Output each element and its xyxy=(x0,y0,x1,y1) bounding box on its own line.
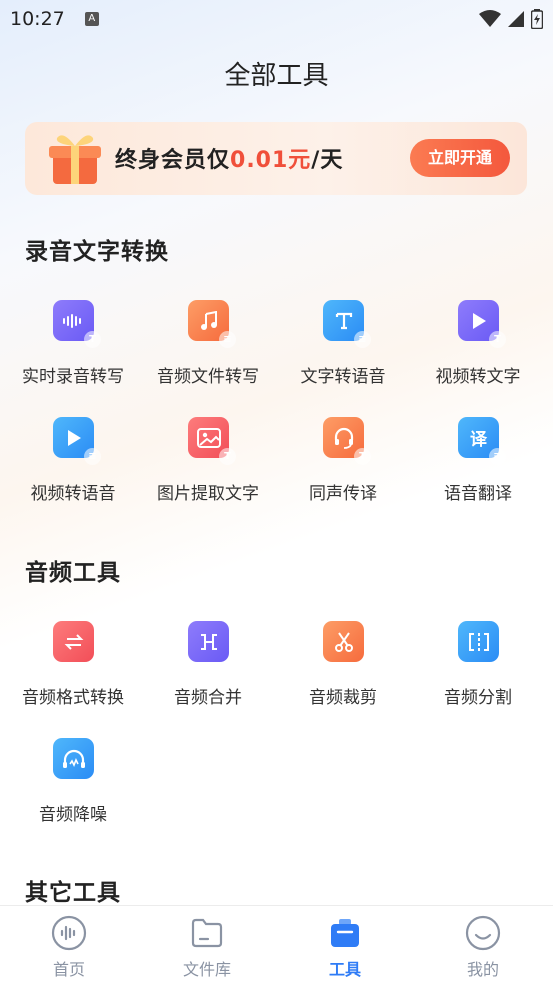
translate-icon: 译 ≡ xyxy=(458,417,506,465)
text-t-icon: ≡ xyxy=(323,300,371,348)
notification-a-icon: A xyxy=(84,12,99,26)
home-wave-icon xyxy=(51,915,87,951)
status-bar: 10:27 A xyxy=(0,0,553,38)
promo-price: 0.01元 xyxy=(230,148,312,173)
promo-suffix: /天 xyxy=(311,148,344,173)
section-title-other-tools: 其它工具 xyxy=(25,880,121,906)
audio-badge-icon: ≡ xyxy=(489,448,506,465)
signal-icon xyxy=(508,11,524,27)
noise-reduction-icon xyxy=(53,738,94,779)
tool-simultaneous-interpretation[interactable]: T 同声传译 xyxy=(276,417,410,517)
merge-icon xyxy=(188,621,229,662)
scissors-icon xyxy=(323,621,364,662)
gift-icon xyxy=(49,135,101,184)
page-title: 全部工具 xyxy=(224,61,329,91)
tool-video-to-speech[interactable]: ≡ 视频转语音 xyxy=(6,417,140,517)
tool-label: 语音翻译 xyxy=(444,484,512,504)
nav-profile[interactable]: 我的 xyxy=(414,906,552,983)
tool-audio-denoise[interactable]: 音频降噪 xyxy=(6,738,140,838)
tool-label: 视频转文字 xyxy=(435,367,521,387)
tool-audio-split[interactable]: 音频分割 xyxy=(411,621,545,721)
tool-voice-translation[interactable]: 译 ≡ 语音翻译 xyxy=(411,417,545,517)
nav-label: 首页 xyxy=(52,960,85,979)
section-title-audio-tools: 音频工具 xyxy=(25,560,121,586)
text-badge-icon: T xyxy=(84,331,101,348)
battery-icon xyxy=(531,9,543,29)
nav-label: 工具 xyxy=(328,960,361,979)
tool-label: 文字转语音 xyxy=(300,367,386,387)
audio-badge-icon: ≡ xyxy=(84,448,101,465)
tool-label: 视频转语音 xyxy=(30,484,116,504)
tool-label: 音频分割 xyxy=(444,688,512,708)
wifi-icon xyxy=(479,10,501,27)
tool-audio-file-transcribe[interactable]: ≡ 音频文件转写 xyxy=(141,300,275,400)
tool-label: 实时录音转写 xyxy=(22,367,124,387)
split-icon xyxy=(458,621,499,662)
audio-badge-icon: ≡ xyxy=(219,331,236,348)
headset-icon: T xyxy=(323,417,371,465)
tool-label: 音频降噪 xyxy=(39,805,107,825)
tool-audio-trim[interactable]: 音频裁剪 xyxy=(276,621,410,721)
tool-realtime-transcribe[interactable]: T 实时录音转写 xyxy=(6,300,140,400)
text-badge-icon: T xyxy=(354,448,371,465)
toolbox-icon xyxy=(331,919,359,947)
text-badge-icon: T xyxy=(219,448,236,465)
music-note-icon: ≡ xyxy=(188,300,236,348)
folder-icon xyxy=(191,918,223,948)
activate-button[interactable]: 立即开通 xyxy=(410,139,510,177)
tool-image-to-text[interactable]: T 图片提取文字 xyxy=(141,417,275,517)
tool-label: 音频文件转写 xyxy=(157,367,259,387)
tool-audio-format-convert[interactable]: 音频格式转换 xyxy=(6,621,140,721)
waveform-icon: T xyxy=(53,300,101,348)
play-icon: ≡ xyxy=(53,417,101,465)
promo-text: 终身会员仅0.01元/天 xyxy=(115,142,343,174)
smile-icon xyxy=(465,915,501,951)
play-icon: T xyxy=(458,300,506,348)
tool-label: 音频裁剪 xyxy=(309,688,377,708)
nav-files[interactable]: 文件库 xyxy=(138,906,276,983)
nav-label: 我的 xyxy=(466,960,499,979)
nav-label: 文件库 xyxy=(182,960,231,979)
swap-arrows-icon xyxy=(53,621,94,662)
text-badge-icon: T xyxy=(489,331,506,348)
tool-label: 音频格式转换 xyxy=(22,688,124,708)
image-icon: T xyxy=(188,417,236,465)
promo-prefix: 终身会员仅 xyxy=(115,148,231,173)
tool-text-to-speech[interactable]: ≡ 文字转语音 xyxy=(276,300,410,400)
bottom-nav: 首页 文件库 工具 我的 xyxy=(0,905,553,983)
nav-home[interactable]: 首页 xyxy=(0,906,138,983)
promo-banner[interactable]: 终身会员仅0.01元/天 立即开通 xyxy=(25,122,527,195)
nav-tools[interactable]: 工具 xyxy=(276,906,414,983)
section-title-recording: 录音文字转换 xyxy=(25,239,169,265)
status-time: 10:27 xyxy=(10,8,65,30)
tool-label: 音频合并 xyxy=(174,688,242,708)
tool-audio-merge[interactable]: 音频合并 xyxy=(141,621,275,721)
tool-video-to-text[interactable]: T 视频转文字 xyxy=(411,300,545,400)
tool-label: 同声传译 xyxy=(309,484,377,504)
translate-glyph: 译 xyxy=(470,430,487,450)
tool-label: 图片提取文字 xyxy=(157,484,259,504)
audio-badge-icon: ≡ xyxy=(354,331,371,348)
status-icons xyxy=(479,9,543,29)
